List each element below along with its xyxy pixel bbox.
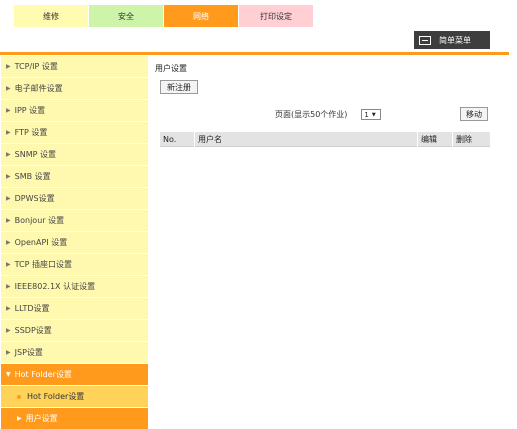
- sidebar-item-label: Hot Folder设置: [27, 392, 85, 401]
- chevron-right-icon: ▶: [6, 85, 11, 92]
- move-button[interactable]: 移动: [460, 107, 488, 121]
- top-tabs: 维修 安全 网络 打印设定: [14, 5, 314, 27]
- chevron-right-icon: ▶: [6, 129, 11, 136]
- sidebar: ▶ TCP/IP 设置 ▶ 电子邮件设置 ▶ IPP 设置 ▶ FTP 设置 ▶ SNMP…: [1, 56, 148, 429]
- sidebar-item-label: JSP设置: [14, 348, 43, 357]
- sidebar-item-label: FTP 设置: [14, 128, 48, 137]
- sidebar-item-hot-folder[interactable]: ▼ Hot Folder设置: [1, 364, 148, 385]
- chevron-right-icon: ▶: [6, 195, 11, 202]
- sidebar-item-label: TCP/IP 设置: [14, 62, 58, 71]
- sidebar-item-tcp-socket[interactable]: ▶ TCP 插座口设置: [1, 254, 148, 275]
- sidebar-item-label: IPP 设置: [14, 106, 46, 115]
- sidebar-item-label: DPWS设置: [14, 194, 55, 203]
- sidebar-item-label: 电子邮件设置: [14, 84, 63, 93]
- chevron-right-icon: ▶: [6, 63, 11, 70]
- sidebar-item-snmp[interactable]: ▶ SNMP 设置: [1, 144, 148, 165]
- chevron-right-icon: ▶: [6, 283, 11, 290]
- sidebar-item-smb[interactable]: ▶ SMB 设置: [1, 166, 148, 187]
- sidebar-item-ssdp[interactable]: ▶ SSDP设置: [1, 320, 148, 341]
- sidebar-subitem-hot-folder-settings[interactable]: Hot Folder设置: [1, 386, 148, 407]
- column-header-no: No.: [160, 131, 195, 147]
- chevron-down-icon: ▼: [6, 371, 11, 378]
- tab-network[interactable]: 网络: [164, 5, 238, 27]
- column-header-username: 用户名: [195, 131, 418, 147]
- sidebar-item-ieee8021x[interactable]: ▶ IEEE802.1X 认证设置: [1, 276, 148, 297]
- sidebar-item-label: SNMP 设置: [14, 150, 56, 159]
- chevron-right-icon: ▶: [6, 261, 11, 268]
- simple-menu-label: 简单菜单: [439, 35, 471, 45]
- sidebar-item-bonjour[interactable]: ▶ Bonjour 设置: [1, 210, 148, 231]
- tab-security[interactable]: 安全: [89, 5, 163, 27]
- sidebar-item-email[interactable]: ▶ 电子邮件设置: [1, 78, 148, 99]
- sidebar-item-lltd[interactable]: ▶ LLTD设置: [1, 298, 148, 319]
- chevron-right-icon: ▶: [6, 349, 11, 356]
- page-label: 页面(显示50个作业): [275, 110, 348, 119]
- sidebar-item-label: SMB 设置: [14, 172, 51, 181]
- sidebar-item-dpws[interactable]: ▶ DPWS设置: [1, 188, 148, 209]
- sidebar-item-ipp[interactable]: ▶ IPP 设置: [1, 100, 148, 121]
- sidebar-item-label: 用户设置: [25, 414, 58, 423]
- sidebar-item-label: OpenAPI 设置: [14, 238, 68, 247]
- sidebar-item-label: LLTD设置: [14, 304, 50, 313]
- sidebar-item-ftp[interactable]: ▶ FTP 设置: [1, 122, 148, 143]
- new-register-button[interactable]: 新注册: [160, 80, 198, 94]
- simple-menu-button[interactable]: 简单菜单: [414, 31, 490, 49]
- chevron-right-icon: ▶: [17, 415, 22, 422]
- chevron-right-icon: ▶: [6, 217, 11, 224]
- chevron-right-icon: ▶: [6, 239, 11, 246]
- sidebar-item-label: Hot Folder设置: [14, 370, 72, 379]
- header-divider: [0, 52, 509, 55]
- sidebar-subitem-user-settings[interactable]: ▶ 用户设置: [1, 408, 148, 429]
- chevron-right-icon: ▶: [6, 107, 11, 114]
- main-content: 用户设置 新注册 页面(显示50个作业) 1 ▼ 移动 No. 用户名 编辑 删除: [155, 63, 495, 147]
- tab-print-settings[interactable]: 打印设定: [239, 5, 313, 27]
- chevron-right-icon: ▶: [6, 173, 11, 180]
- chevron-right-icon: ▶: [6, 151, 11, 158]
- sidebar-item-label: IEEE802.1X 认证设置: [14, 282, 96, 291]
- sidebar-item-label: TCP 插座口设置: [14, 260, 72, 269]
- sidebar-item-label: Bonjour 设置: [14, 216, 65, 225]
- window-icon: [419, 35, 431, 45]
- column-header-edit: 编辑: [418, 131, 453, 147]
- sidebar-item-label: SSDP设置: [14, 326, 52, 335]
- column-header-delete: 删除: [456, 134, 472, 144]
- chevron-down-icon: ▼: [371, 111, 376, 118]
- sidebar-item-jsp[interactable]: ▶ JSP设置: [1, 342, 148, 363]
- chevron-right-icon: ▶: [6, 327, 11, 334]
- page-title: 用户设置: [155, 64, 187, 73]
- sidebar-item-tcpip[interactable]: ▶ TCP/IP 设置: [1, 56, 148, 77]
- user-table-header: No. 用户名 编辑 删除: [160, 131, 490, 147]
- sidebar-item-openapi[interactable]: ▶ OpenAPI 设置: [1, 232, 148, 253]
- bullet-icon: [17, 394, 21, 399]
- chevron-right-icon: ▶: [6, 305, 11, 312]
- tab-maintenance[interactable]: 维修: [14, 5, 88, 27]
- page-select-value: 1: [364, 110, 369, 119]
- pagination-row: 页面(显示50个作业) 1 ▼: [275, 109, 382, 120]
- page-select[interactable]: 1 ▼: [361, 109, 382, 120]
